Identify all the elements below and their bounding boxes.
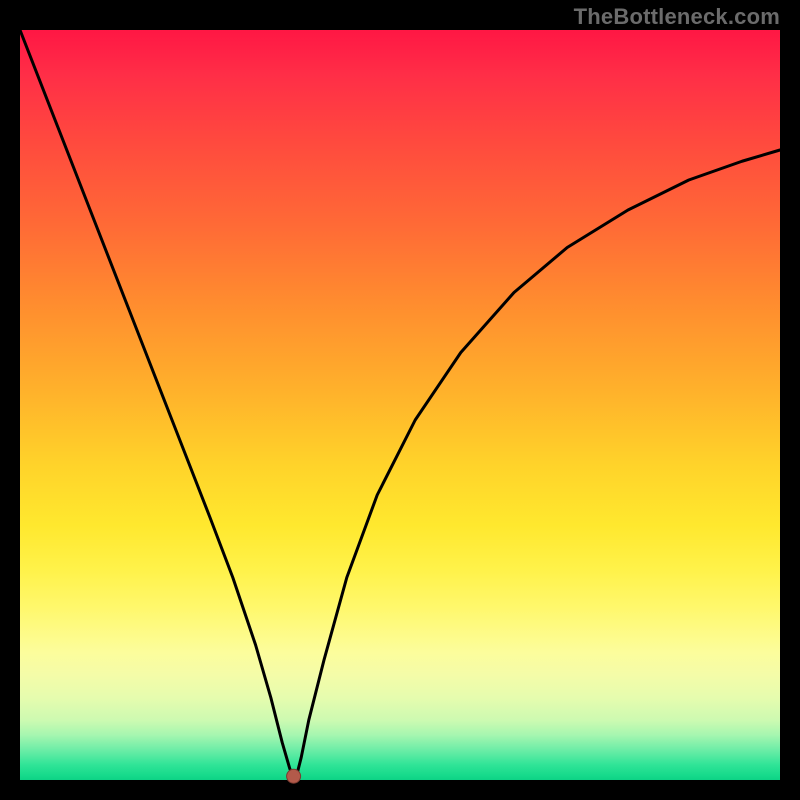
plot-area: [20, 30, 780, 780]
curve-svg-layer: [20, 30, 780, 780]
chart-container: TheBottleneck.com: [0, 0, 800, 800]
bottleneck-curve: [20, 30, 780, 776]
watermark-text: TheBottleneck.com: [574, 4, 780, 30]
optimal-point-marker: [287, 769, 301, 783]
